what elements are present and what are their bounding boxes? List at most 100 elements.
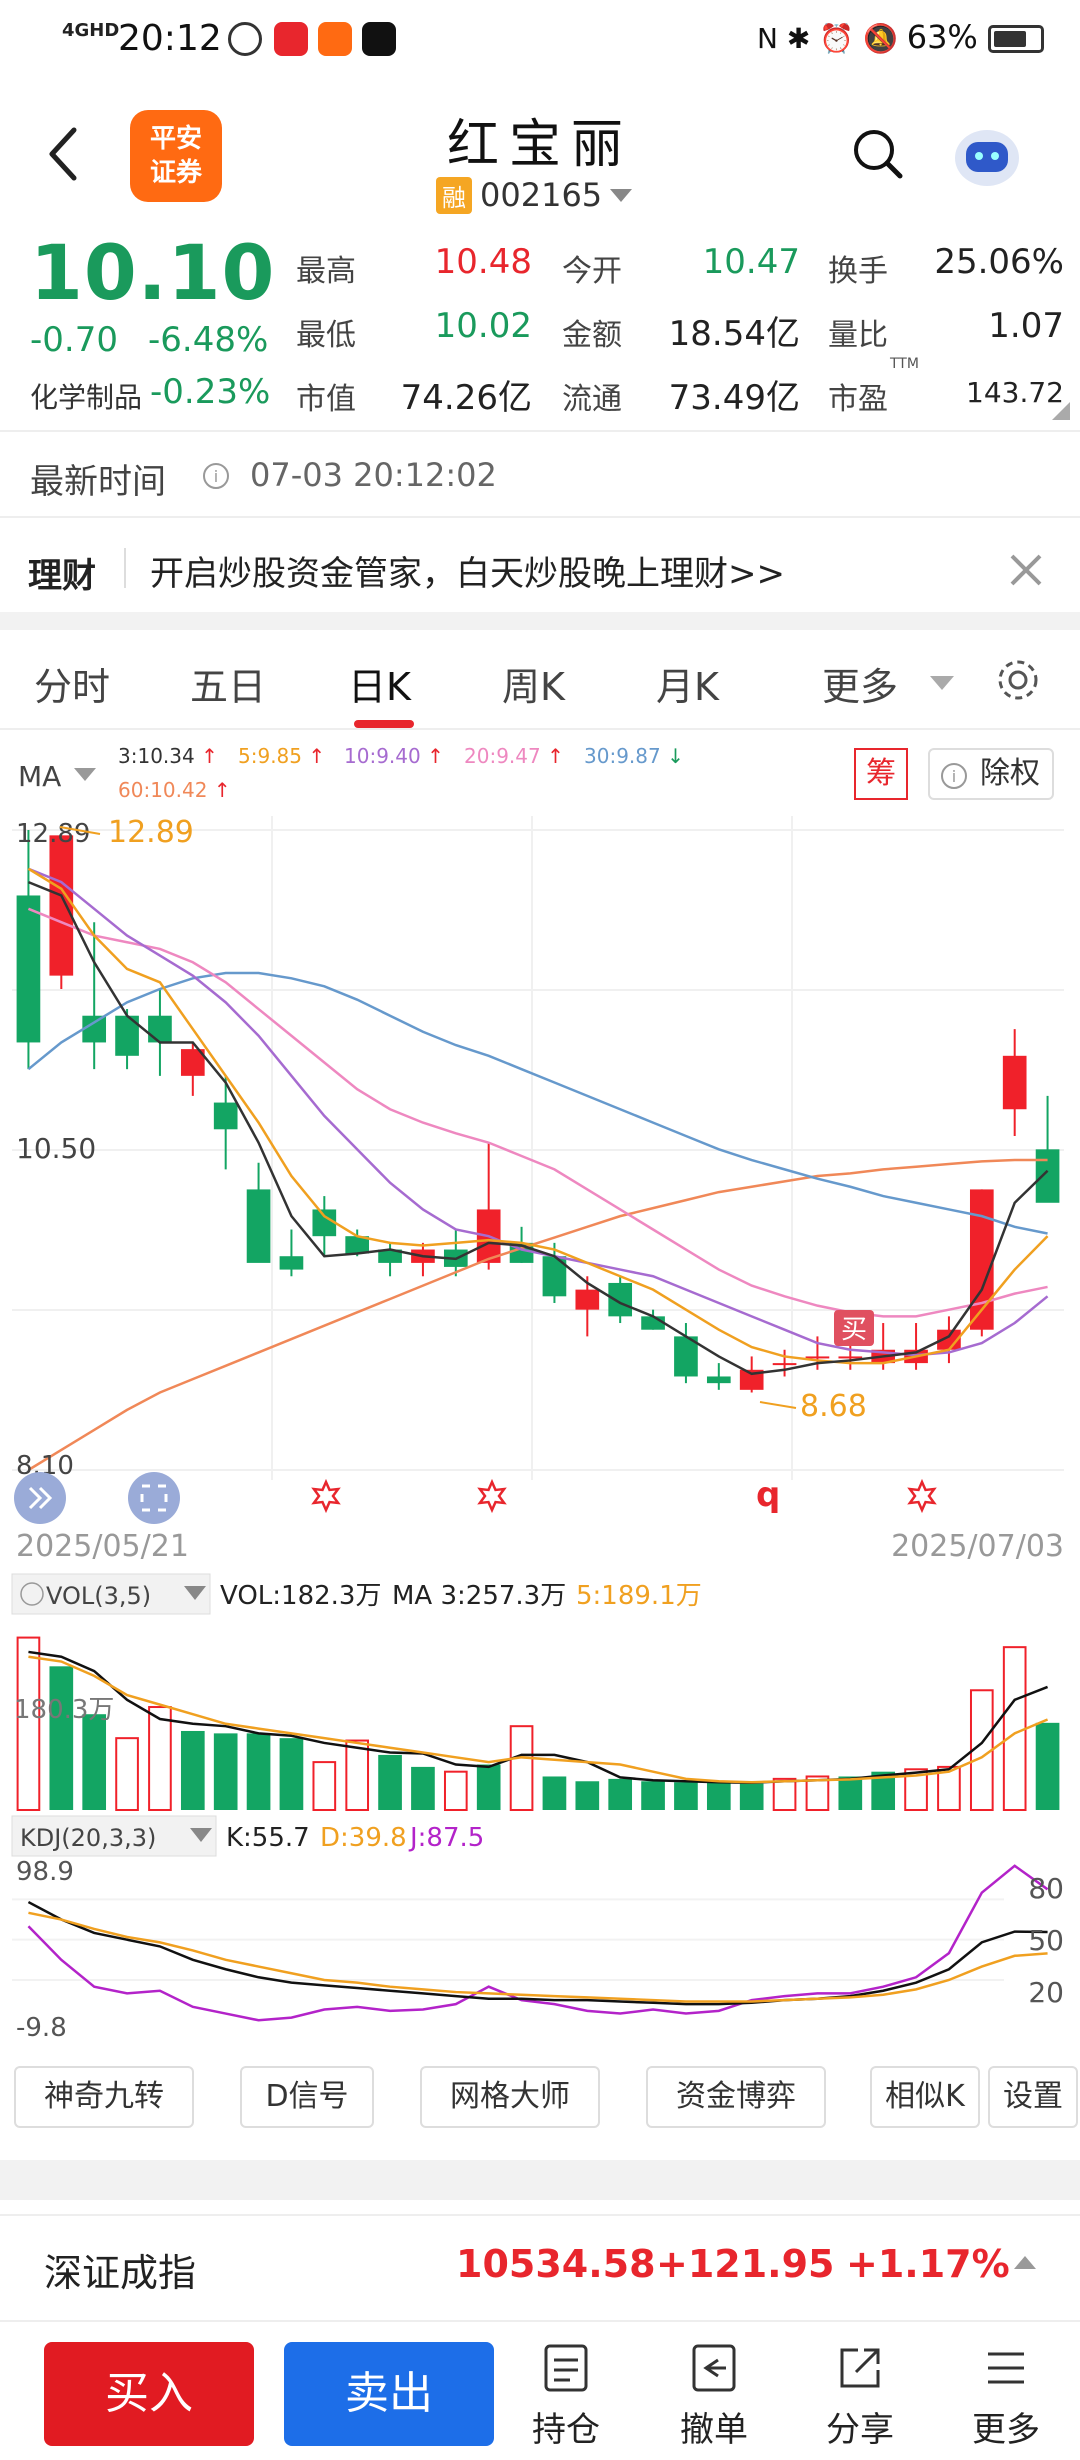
candle-body [213, 1102, 238, 1130]
amount-label: 金额 [562, 318, 622, 353]
close-icon[interactable] [1008, 552, 1044, 588]
ma60-line [27, 1158, 1048, 1472]
kline-chart[interactable]: 12.8910.508.1012.898.68买q2025/05/21 2025/… [0, 730, 1080, 2060]
index-ticker[interactable]: 深证成指 10534.58 +121.95 +1.17% [0, 2214, 1080, 2310]
float-value: 73.49亿 [668, 378, 800, 418]
low-label: 最低 [296, 318, 356, 353]
signal-star-icon [907, 1478, 937, 1514]
high-label: 最高 [296, 254, 356, 289]
price-change-pct: -6.48% [148, 320, 269, 360]
volume-bar [82, 1714, 107, 1810]
index-pct: +1.17% [846, 2242, 1010, 2286]
battery-percent: 63% [906, 18, 978, 56]
volume-bar [509, 1725, 534, 1811]
kdj-j-line [27, 1864, 1049, 2022]
volume-bar [443, 1770, 468, 1811]
signal-star-icon [477, 1478, 507, 1514]
search-icon[interactable] [850, 126, 906, 182]
kdj-d-value: D:39.8 [320, 1823, 407, 1853]
tab-fenshi[interactable]: 分时 [34, 656, 110, 711]
pe-value: 143.72 [966, 376, 1064, 409]
stock-code-row[interactable]: 融 002165 [436, 176, 633, 214]
candle-body [641, 1316, 665, 1330]
kdj-label: KDJ(20,3,3) [20, 1824, 156, 1852]
update-time-bar: 最新时间 i 07-03 20:12:02 [0, 436, 1080, 516]
price-change: -0.70 [30, 320, 118, 360]
menu-icon [988, 2352, 1024, 2384]
candle-body [1002, 1055, 1027, 1110]
status-time: 20:12 [118, 18, 222, 59]
y-axis-top-label: 12.89 [16, 819, 90, 849]
volume-bar [476, 1764, 501, 1810]
tab-wuri[interactable]: 五日 [190, 656, 266, 711]
volume-bar [542, 1776, 567, 1810]
info-icon[interactable]: i [202, 462, 230, 490]
tool-grid-master[interactable]: 网格大师 [420, 2066, 600, 2128]
tab-more[interactable]: 更多 [822, 656, 898, 711]
more-button[interactable]: 更多 [956, 2342, 1056, 2451]
more-label: 更多 [972, 2410, 1040, 2450]
licai-label: 理财 [28, 556, 96, 596]
settings-gear-icon[interactable] [994, 656, 1042, 704]
candle-body [246, 1189, 271, 1263]
volume-bar [148, 1706, 172, 1811]
buy-marker-label: 买 [841, 1315, 867, 1345]
share-label: 分享 [826, 2410, 894, 2450]
app-notification-icon [318, 22, 352, 56]
status-icons: N ✱ ⏰ 🔕 [756, 22, 907, 55]
pe-ttm-label: TTM [890, 356, 919, 372]
volume-bar [674, 1782, 698, 1810]
candle-body [16, 895, 41, 1043]
stock-name: 红宝丽 [446, 115, 633, 175]
chevron-up-icon[interactable] [1014, 2256, 1036, 2270]
chart-tabs: 分时 五日 日K 周K 月K 更多 [0, 640, 1080, 730]
vol-ma3-value: MA 3:257.3万 [392, 1581, 566, 1611]
volume-bar [279, 1738, 304, 1810]
tool-similar-k[interactable]: 相似K [870, 2066, 980, 2128]
assistant-robot-icon[interactable] [950, 120, 1024, 190]
candle-body [279, 1256, 304, 1270]
licai-banner[interactable]: 理财 开启炒股资金管家，白天炒股晚上理财>> [0, 520, 1080, 618]
candle-body [49, 835, 74, 976]
min-price-label: 8.68 [800, 1389, 867, 1424]
buy-button[interactable]: 买入 [44, 2342, 254, 2446]
cancel-order-icon [692, 2344, 736, 2392]
volume-bar [739, 1783, 764, 1810]
volratio-label: 量比 [828, 318, 888, 353]
tool-capital-game[interactable]: 资金博弈 [646, 2066, 826, 2128]
cancel-order-button[interactable]: 撤单 [664, 2342, 764, 2451]
network-indicator: 4GHD [62, 20, 120, 41]
tool-shenqi[interactable]: 神奇九转 [14, 2066, 194, 2128]
tiktok-icon [362, 22, 396, 56]
min-pointer [759, 1401, 797, 1409]
divider [0, 430, 1080, 432]
tab-yuek[interactable]: 月K [656, 656, 719, 711]
max-price-label: 12.89 [108, 815, 194, 850]
volume-bar [608, 1778, 633, 1810]
tool-settings[interactable]: 设置 [988, 2066, 1078, 2128]
sector-name[interactable]: 化学制品 [30, 376, 142, 416]
volume-bar [213, 1733, 238, 1810]
volratio-value: 1.07 [988, 306, 1064, 346]
low-value: 10.02 [434, 306, 532, 346]
licai-separator [124, 548, 126, 588]
candle-body [805, 1356, 830, 1359]
margin-badge: 融 [436, 176, 472, 214]
volume-bar [641, 1781, 665, 1810]
sell-button[interactable]: 卖出 [284, 2342, 494, 2446]
stock-code: 002165 [480, 176, 603, 214]
hold-button[interactable]: 持仓 [516, 2342, 616, 2451]
sector-change: -0.23% [150, 372, 271, 412]
vol-label: VOL(3,5) [46, 1582, 151, 1610]
kdj-50-label: 50 [1028, 1924, 1064, 1957]
tool-dsignal[interactable]: D信号 [240, 2066, 374, 2128]
licai-text: 开启炒股资金管家，白天炒股晚上理财>> [150, 554, 785, 594]
share-button[interactable]: 分享 [810, 2342, 910, 2451]
expand-corner-icon[interactable] [1052, 402, 1070, 420]
header: 平安 证券 红宝丽 融 002165 [0, 90, 1080, 220]
volume-bar [575, 1781, 600, 1810]
volume-bar [378, 1754, 402, 1810]
tab-rik[interactable]: 日K [348, 656, 411, 711]
tab-zhouk[interactable]: 周K [502, 656, 565, 711]
update-time: 07-03 20:12:02 [250, 456, 497, 494]
